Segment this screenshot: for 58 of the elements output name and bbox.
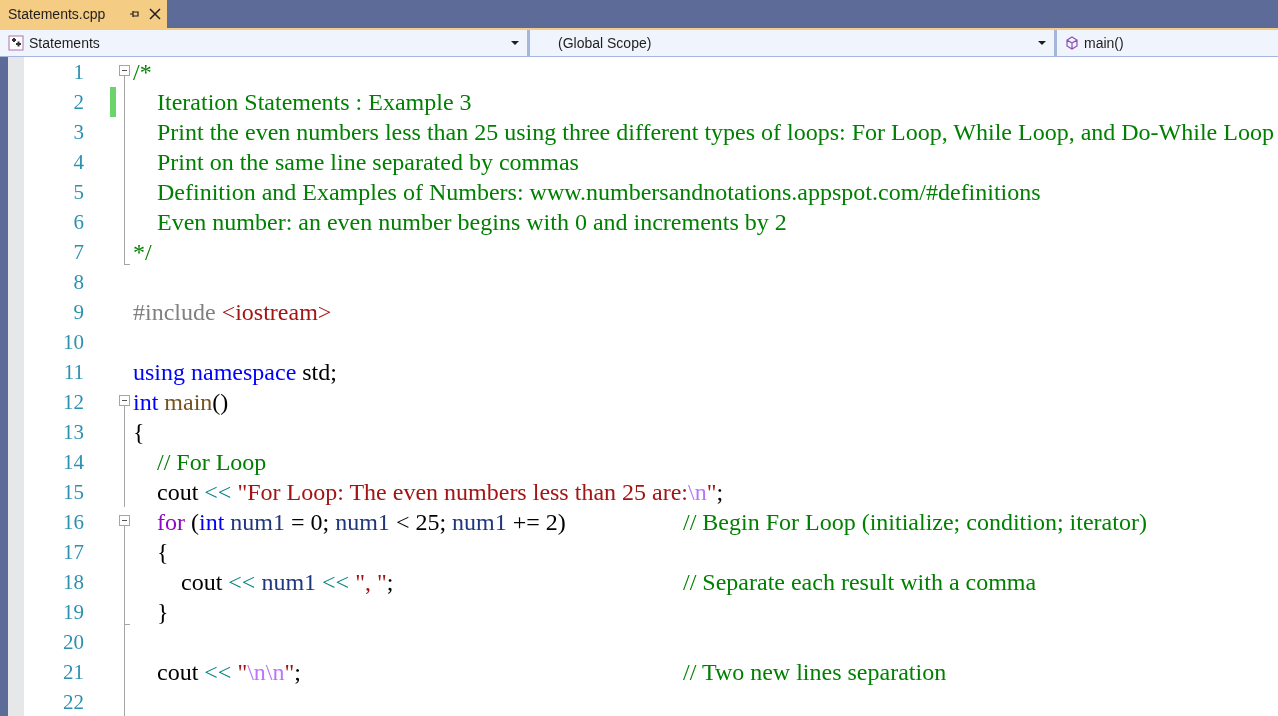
line-number: 22 [62,689,84,716]
line-number: 3 [72,119,84,146]
fold-toggle[interactable] [119,515,130,526]
line-number: 16 [62,509,84,536]
code-comment: // Begin For Loop (initialize; condition; iterator) [683,508,1147,536]
code-line: Even number: an even number begins with 0 and increments by 2 [157,208,787,236]
code-line: for (int num1 = 0; num1 < 25; num1 += 2) [157,508,566,536]
line-number: 7 [72,239,84,266]
code-line: } [157,598,169,626]
close-icon[interactable] [149,8,161,20]
code-line: using namespace std; [133,358,337,386]
document-tab[interactable]: Statements.cpp [0,0,167,28]
navigation-dropdown[interactable]: (Global Scope) [530,30,1057,56]
line-number: 4 [72,149,84,176]
line-number: 1 [72,59,84,86]
code-line: Definition and Examples of Numbers: www.numbersandnotations.appspot.com/#definitions [157,178,1041,206]
code-line: Print the even numbers less than 25 using three different types of loops: For Loop, While Loop, and Do-While Loop [157,118,1274,146]
code-line: #include <iostream> [133,298,332,326]
line-number: 11 [62,359,84,386]
minus-icon [121,517,128,524]
code-line: { [157,538,169,566]
line-number: 8 [72,269,84,296]
cube-icon [1065,36,1079,50]
code-line: */ [133,238,152,266]
line-number: 6 [72,209,84,236]
fold-toggle[interactable] [119,65,130,76]
fold-toggle[interactable] [119,395,130,406]
code-comment: // Two new lines separation [683,658,947,686]
code-line: /* [133,58,152,86]
code-line: cout << "\n\n"; [157,658,301,686]
minus-icon [121,397,128,404]
line-number: 18 [62,569,84,596]
line-number: 19 [62,599,84,626]
code-line: Print on the same line separated by commas [157,148,579,176]
line-number: 21 [62,659,84,686]
line-number: 20 [62,629,84,656]
code-line: cout << "For Loop: The even numbers less than 25 are:\n"; [157,478,724,506]
code-comment: // Separate each result with a comma [683,568,1037,596]
code-line: int main() [133,388,229,416]
line-number: 9 [72,299,84,326]
navigation-dropdown[interactable]: main() [1057,30,1278,56]
minus-icon [121,67,128,74]
code-line: // For Loop [157,448,267,476]
line-number: 2 [72,89,84,116]
line-number: 17 [62,539,84,566]
line-number: 13 [62,419,84,446]
project-icon [8,35,24,51]
line-number: 12 [62,389,84,416]
code-line: { [133,418,145,446]
code-line: cout << num1 << ", "; [181,568,394,596]
caret-icon [511,41,519,45]
pin-icon[interactable] [129,8,141,20]
line-number: 5 [72,179,84,206]
caret-icon [1038,41,1046,45]
line-number: 15 [62,479,84,506]
line-number: 10 [62,329,84,356]
line-number: 14 [62,449,84,476]
code-line: Iteration Statements : Example 3 [157,88,472,116]
